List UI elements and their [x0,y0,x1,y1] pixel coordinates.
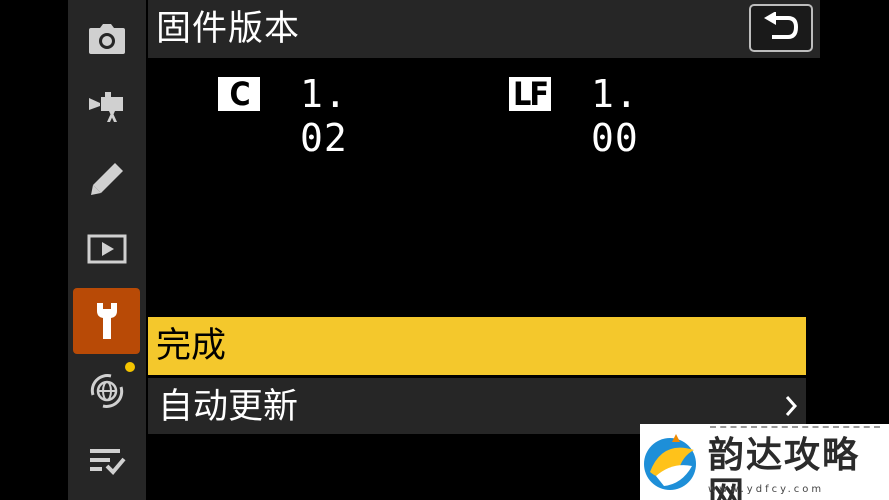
menu-item-label: 完成 [156,326,227,366]
tab-movie-shooting[interactable] [68,76,146,138]
tab-playback[interactable] [68,218,146,280]
tab-my-menu[interactable] [68,430,146,492]
my-menu-icon [90,449,126,475]
watermark-dashes [710,426,880,434]
camera-icon [89,24,125,54]
page-title: 固件版本 [156,9,301,49]
menu-item-done[interactable]: 完成 [148,317,806,375]
camera-version: 1. 02 [300,72,348,160]
menu-sidebar [68,0,146,500]
watermark: 韵达攻略网 www.ydfcy.com [640,424,889,500]
return-arrow-icon [764,12,799,39]
tab-custom-settings[interactable] [68,148,146,210]
tab-network[interactable] [68,360,146,422]
back-button[interactable] [749,4,813,52]
lens-version: 1. 00 [591,72,639,160]
camera-badge: C [218,77,260,111]
movie-camera-icon [89,92,123,122]
network-globe-icon [90,374,124,408]
tab-photo-shooting[interactable] [68,8,146,70]
playback-icon [87,234,127,264]
title-bar: 固件版本 [148,0,820,58]
pencil-icon [91,163,123,195]
menu-item-label: 自动更新 [158,387,299,427]
tab-setup[interactable] [73,288,140,354]
lens-badge: LF [509,77,551,111]
chevron-right-icon [785,396,798,416]
watermark-url: www.ydfcy.com [708,484,825,495]
watermark-logo-icon [644,434,696,490]
wrench-icon [96,303,117,339]
